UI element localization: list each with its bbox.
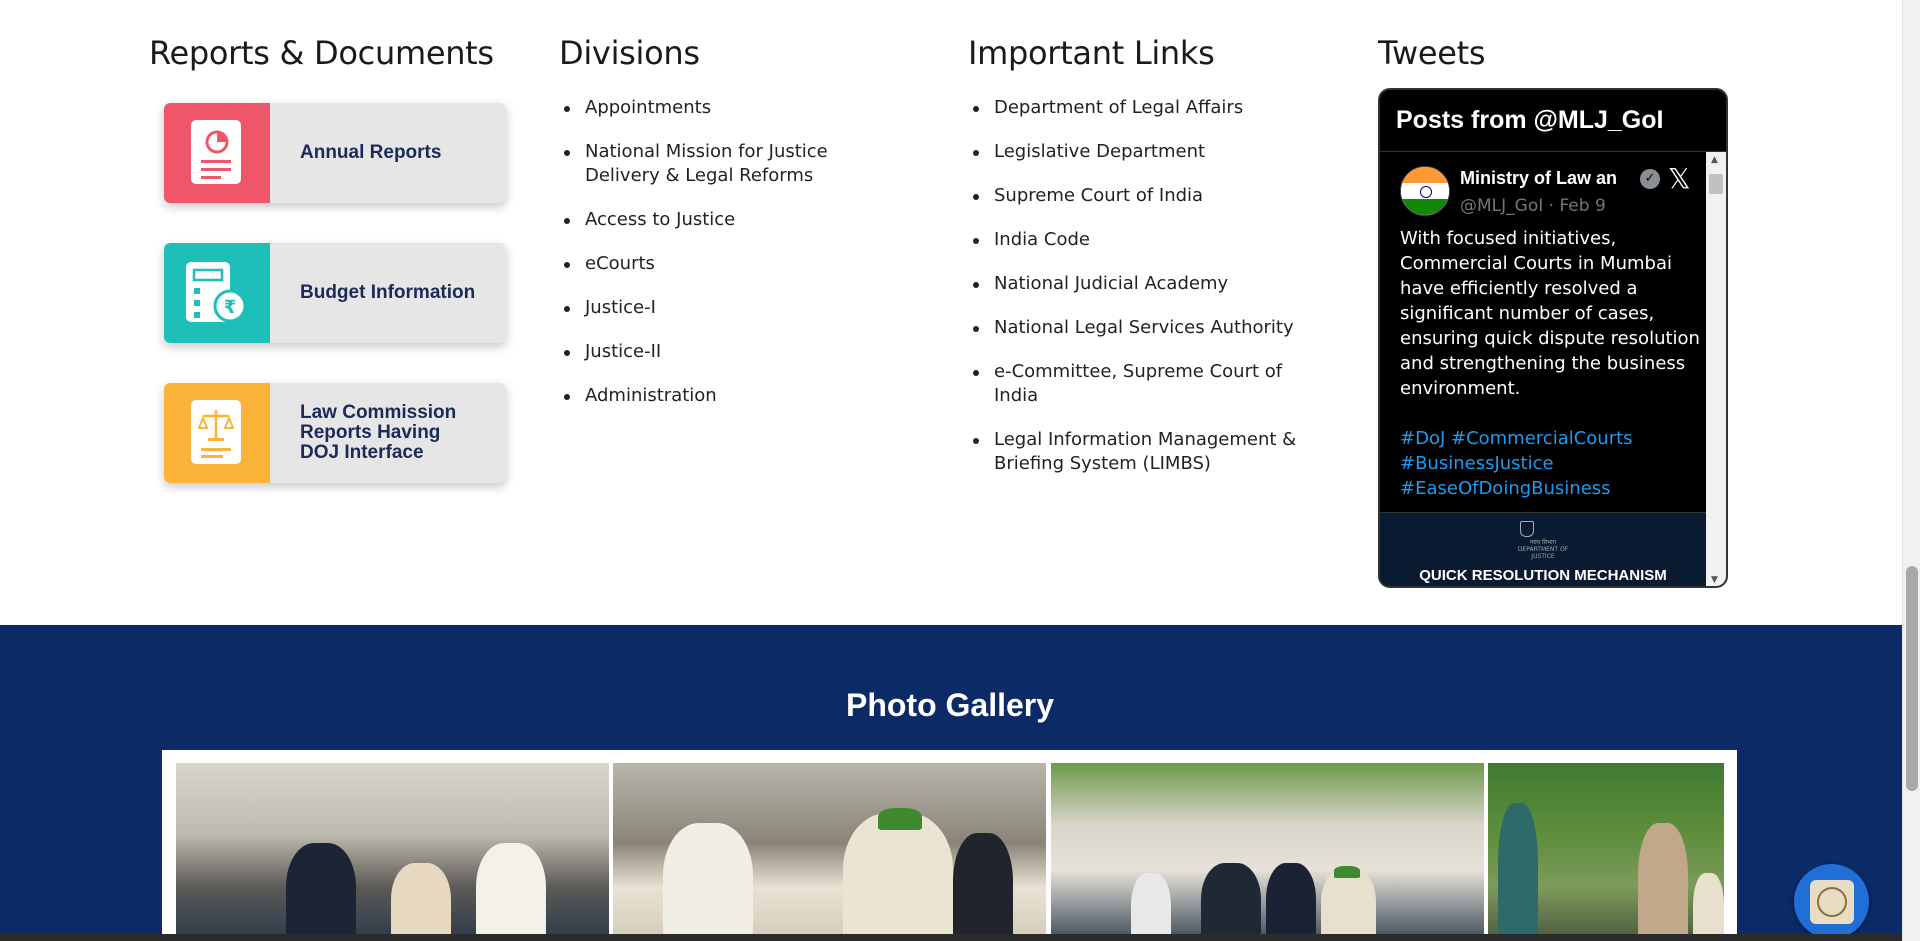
hashtag-link[interactable]: #EaseOfDoingBusiness bbox=[1400, 476, 1700, 501]
gallery-photo[interactable] bbox=[1051, 763, 1484, 941]
twitter-timeline-widget[interactable]: Posts from @MLJ_GoI Ministry of Law an ✓… bbox=[1378, 88, 1728, 588]
important-link-legal-affairs[interactable]: Department of Legal Affairs bbox=[968, 96, 1308, 120]
tweet-text: With focused initiatives, Commercial Cou… bbox=[1400, 228, 1700, 399]
avatar[interactable] bbox=[1400, 166, 1450, 216]
division-link-ecourts[interactable]: eCourts bbox=[559, 252, 899, 276]
important-link-limbs[interactable]: Legal Information Management & Briefing … bbox=[968, 428, 1308, 476]
tweet-author-handle[interactable]: @MLJ_GoI · Feb 9 bbox=[1460, 196, 1606, 216]
photo-gallery-title: Photo Gallery bbox=[845, 687, 1055, 723]
division-link-access-to-justice[interactable]: Access to Justice bbox=[559, 208, 899, 232]
budget-rupee-icon: ₹ bbox=[164, 243, 270, 343]
annual-reports-card[interactable]: Annual Reports bbox=[164, 103, 506, 203]
bottom-bar bbox=[0, 934, 1902, 941]
tweet-scroll-thumb[interactable] bbox=[1709, 174, 1723, 194]
division-link-justice-i[interactable]: Justice-I bbox=[559, 296, 899, 320]
scroll-down-arrow-icon[interactable]: ▼ bbox=[1711, 575, 1718, 585]
tweet-hashtags: #DoJ #CommercialCourts #BusinessJustice … bbox=[1400, 426, 1700, 501]
tweet-post[interactable]: Ministry of Law an ✓ 𝕏 @MLJ_GoI · Feb 9 … bbox=[1380, 152, 1706, 586]
reports-heading: Reports & Documents bbox=[149, 34, 494, 72]
media-emblem-text: न्याय विभाग DEPARTMENT OF JUSTICE bbox=[1517, 539, 1569, 560]
page-scrollbar[interactable] bbox=[1902, 0, 1920, 941]
budget-information-label: Budget Information bbox=[300, 282, 476, 303]
division-link-justice-ii[interactable]: Justice-II bbox=[559, 340, 899, 364]
important-link-legislative-department[interactable]: Legislative Department bbox=[968, 140, 1308, 164]
scroll-up-arrow-icon[interactable]: ▲ bbox=[1711, 155, 1718, 165]
svg-text:₹: ₹ bbox=[224, 297, 237, 318]
media-caption: QUICK RESOLUTION MECHANISM bbox=[1419, 567, 1667, 584]
tweet-media-image[interactable]: न्याय विभाग DEPARTMENT OF JUSTICE QUICK … bbox=[1380, 512, 1706, 586]
emblem-icon bbox=[1520, 521, 1534, 537]
timeline-title: Posts from @MLJ_GoI bbox=[1380, 90, 1726, 152]
division-link-administration[interactable]: Administration bbox=[559, 384, 899, 408]
tweets-heading: Tweets bbox=[1378, 34, 1486, 72]
important-link-judicial-academy[interactable]: National Judicial Academy bbox=[968, 272, 1308, 296]
gallery-photo[interactable] bbox=[613, 763, 1046, 941]
top-section: Reports & Documents Annual Reports ₹ Bud… bbox=[0, 0, 1902, 625]
law-commission-reports-label: Law Commission Reports Having DOJ Interf… bbox=[300, 402, 457, 463]
tweet-author-name[interactable]: Ministry of Law an bbox=[1460, 168, 1638, 189]
gallery-photo[interactable] bbox=[1488, 763, 1724, 941]
annual-reports-label: Annual Reports bbox=[300, 142, 442, 163]
hashtag-link[interactable]: #DoJ #CommercialCourts bbox=[1400, 426, 1700, 451]
emblem-seal-icon[interactable] bbox=[1794, 864, 1869, 939]
x-logo-icon[interactable]: 𝕏 bbox=[1668, 162, 1691, 195]
divisions-list: Appointments National Mission for Justic… bbox=[559, 96, 899, 428]
page-scroll-thumb[interactable] bbox=[1906, 566, 1918, 791]
important-link-e-committee[interactable]: e-Committee, Supreme Court of India bbox=[968, 360, 1308, 408]
tweet-scrollbar[interactable]: ▲ ▼ bbox=[1706, 152, 1726, 586]
law-commission-reports-card[interactable]: Law Commission Reports Having DOJ Interf… bbox=[164, 383, 506, 483]
scales-document-icon bbox=[164, 383, 270, 483]
division-link-national-mission[interactable]: National Mission for Justice Delivery & … bbox=[559, 140, 899, 188]
important-link-legal-services-authority[interactable]: National Legal Services Authority bbox=[968, 316, 1308, 340]
division-link-appointments[interactable]: Appointments bbox=[559, 96, 899, 120]
budget-information-card[interactable]: ₹ Budget Information bbox=[164, 243, 506, 343]
gallery-photo[interactable] bbox=[176, 763, 609, 941]
pie-chart-document-icon bbox=[164, 103, 270, 203]
important-link-india-code[interactable]: India Code bbox=[968, 228, 1308, 252]
important-link-supreme-court[interactable]: Supreme Court of India bbox=[968, 184, 1308, 208]
important-links-list: Department of Legal Affairs Legislative … bbox=[968, 96, 1308, 496]
important-links-heading: Important Links bbox=[968, 34, 1215, 72]
divisions-heading: Divisions bbox=[559, 34, 700, 72]
hashtag-link[interactable]: #BusinessJustice bbox=[1400, 451, 1700, 476]
verified-badge-icon: ✓ bbox=[1640, 169, 1660, 189]
